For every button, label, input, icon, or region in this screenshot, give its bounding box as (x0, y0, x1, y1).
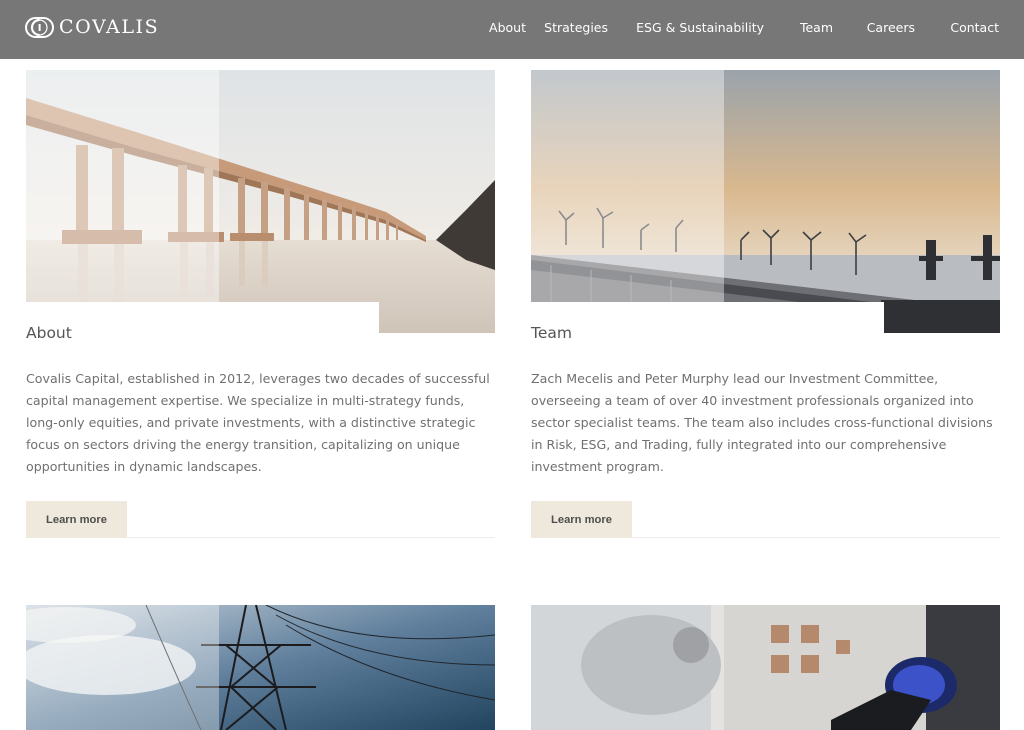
nav-esg-sustainability[interactable]: ESG & Sustainability (636, 19, 764, 37)
wind-solar-image (531, 70, 1000, 333)
image-notch (531, 302, 884, 334)
nav-careers[interactable]: Careers (867, 19, 915, 37)
image-notch (26, 302, 379, 334)
site-header: COVALIS About Strategies ESG & Sustainab… (0, 0, 1024, 59)
card-description-about: Covalis Capital, established in 2012, le… (26, 371, 490, 474)
bridge-image (26, 70, 495, 333)
learn-more-about-button[interactable]: Learn more (26, 501, 127, 538)
card-title-about: About (26, 324, 72, 342)
ev-charger-image (531, 605, 1000, 730)
learn-more-team-button[interactable]: Learn more (531, 501, 632, 538)
power-lines-image (26, 605, 495, 730)
brand-name: COVALIS (59, 16, 160, 38)
card-divider (632, 537, 1000, 538)
card-divider (127, 537, 495, 538)
nav-strategies[interactable]: Strategies (544, 19, 608, 37)
card-title-team: Team (531, 324, 572, 342)
covalis-logo-icon (25, 17, 54, 38)
nav-team[interactable]: Team (800, 19, 833, 37)
nav-about[interactable]: About (489, 19, 526, 37)
brand-logo[interactable]: COVALIS (25, 17, 159, 38)
card-description-team: Zach Mecelis and Peter Murphy lead our I… (531, 371, 993, 474)
nav-contact[interactable]: Contact (950, 19, 999, 37)
